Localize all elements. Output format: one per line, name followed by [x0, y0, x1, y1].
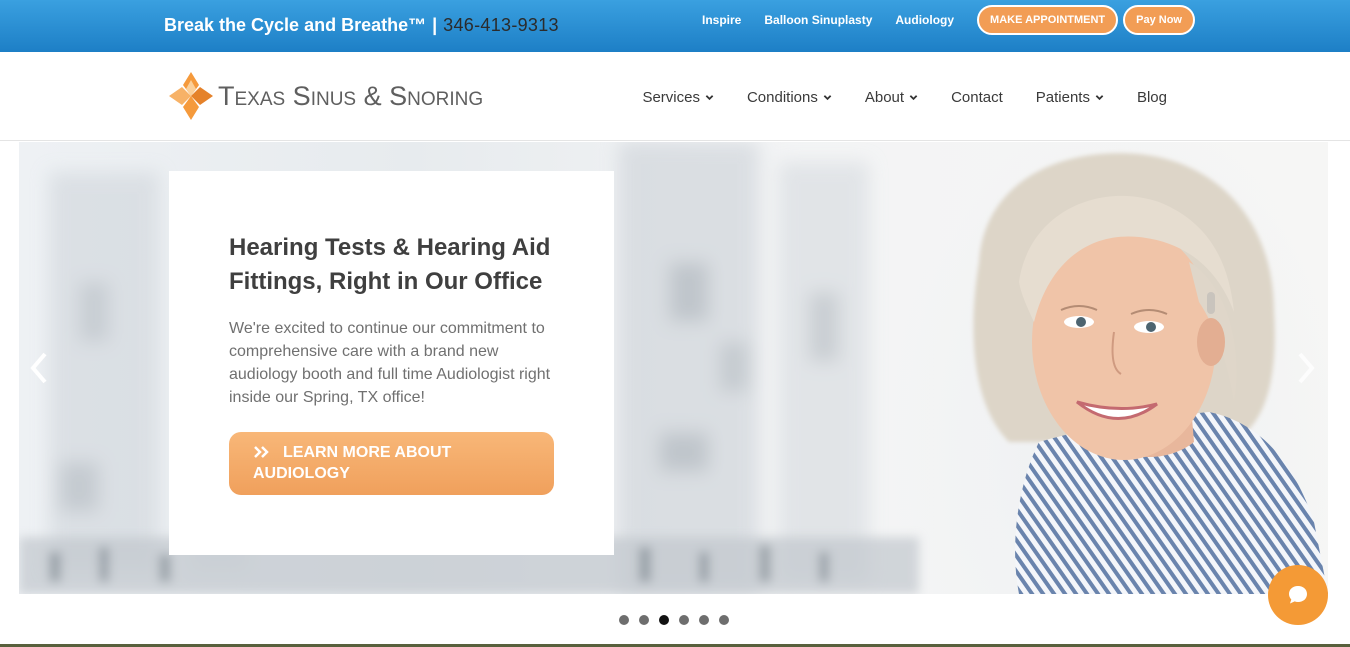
tagline-text: Break the Cycle and Breathe™	[164, 14, 427, 35]
carousel-dot[interactable]	[699, 615, 709, 625]
nav-conditions[interactable]: Conditions	[747, 89, 832, 106]
top-link-audiology[interactable]: Audiology	[895, 13, 954, 27]
nav-label: Patients	[1035, 88, 1090, 106]
chevron-down-icon	[823, 94, 832, 100]
phone-link[interactable]: 346-413-9313	[443, 15, 559, 36]
logo-text: Texas Sinus & Snoring	[218, 80, 484, 111]
nav-services[interactable]: Services	[642, 89, 714, 106]
top-links: Inspire Balloon Sinuplasty Audiology MAK…	[702, 5, 1195, 35]
nav-label: Blog	[1136, 88, 1167, 106]
woman-portrait-image	[973, 153, 1328, 594]
nav-blog[interactable]: Blog	[1137, 89, 1167, 106]
hero-description: We're excited to continue our commitment…	[229, 320, 551, 406]
chevron-down-icon	[705, 94, 714, 100]
nav-label: About	[864, 88, 905, 106]
chevron-left-icon[interactable]	[27, 348, 51, 388]
nav-contact[interactable]: Contact	[951, 89, 1003, 106]
top-link-balloon-sinuplasty[interactable]: Balloon Sinuplasty	[764, 13, 872, 27]
cta-label: LEARN MORE ABOUT AUDIOLOGY	[253, 444, 452, 482]
tagline-separator: |	[432, 14, 438, 35]
nav-patients[interactable]: Patients	[1036, 89, 1104, 106]
hero-slider: Hearing Tests & Hearing Aid Fittings, Ri…	[19, 142, 1328, 594]
carousel-dot[interactable]	[639, 615, 649, 625]
carousel-dots	[619, 615, 739, 625]
carousel-dot[interactable]	[659, 615, 669, 625]
chat-button[interactable]	[1268, 565, 1328, 625]
nav-label: Conditions	[746, 88, 818, 106]
nav-label: Contact	[951, 88, 1003, 106]
top-bar: Break the Cycle and Breathe™ | 346-413-9…	[0, 0, 1350, 52]
chevron-down-icon	[909, 94, 918, 100]
chevron-down-icon	[1095, 94, 1104, 100]
tagline: Break the Cycle and Breathe™ | 346-413-9…	[164, 14, 559, 36]
chat-bubble-icon	[1289, 586, 1307, 604]
carousel-dot[interactable]	[719, 615, 729, 625]
top-link-inspire[interactable]: Inspire	[702, 13, 741, 27]
logo-mark-icon	[169, 72, 213, 120]
learn-more-audiology-button[interactable]: LEARN MORE ABOUT AUDIOLOGY	[229, 432, 554, 495]
site-header: Texas Sinus & Snoring Services Condition…	[0, 52, 1350, 141]
site-logo[interactable]: Texas Sinus & Snoring	[169, 72, 483, 120]
hero-title: Hearing Tests & Hearing Aid Fittings, Ri…	[229, 234, 551, 295]
nav-label: Services	[642, 88, 700, 106]
hero-card: Hearing Tests & Hearing Aid Fittings, Ri…	[169, 171, 614, 555]
carousel-dot[interactable]	[679, 615, 689, 625]
main-nav: Services Conditions About Contact Patien…	[609, 86, 1167, 108]
carousel-dot[interactable]	[619, 615, 629, 625]
make-appointment-button[interactable]: MAKE APPOINTMENT	[977, 5, 1119, 35]
chevron-right-icon[interactable]	[1294, 348, 1318, 388]
pay-now-button[interactable]: Pay Now	[1123, 5, 1195, 35]
nav-about[interactable]: About	[865, 89, 918, 106]
